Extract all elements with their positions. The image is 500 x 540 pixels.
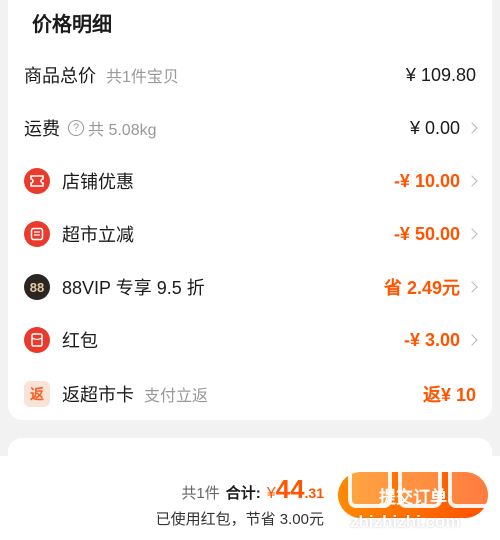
vip-discount-label: 88VIP 专享 9.5 折 <box>62 278 205 298</box>
cashback-amount: 返¥ 10 <box>422 385 476 405</box>
red-packet-row[interactable]: 红包 -¥ 3.00 <box>8 320 492 360</box>
shop-discount-label: 店铺优惠 <box>62 172 134 192</box>
cashback-row: 返 返超市卡 支付立返 返¥ 10 <box>8 374 492 414</box>
supermarket-icon <box>24 221 50 247</box>
savings-text: 已使用红包，节省 3.00元 <box>155 511 324 528</box>
chevron-right-icon <box>466 228 478 240</box>
cashback-sub-text: 支付立返 <box>144 388 209 405</box>
total-integer: 44 <box>275 474 305 504</box>
supermarket-discount-label: 超市立减 <box>62 225 134 245</box>
shipping-weight-text: 共 5.08kg <box>88 122 157 139</box>
goods-total-row: 商品总价 共1件宝贝 ¥ 109.80 <box>8 55 492 95</box>
price-detail-card: 价格明细 商品总价 共1件宝贝 ¥ 109.80 运费 ? 共 5.08kg ¥… <box>8 0 492 420</box>
shipping-amount: ¥ 0.00 <box>410 118 478 139</box>
goods-count-text: 共1件宝贝 <box>106 69 179 86</box>
vip-discount-amount: 省 2.49元 <box>384 274 478 300</box>
currency-symbol: ¥ <box>266 485 276 502</box>
vip-88-icon: 88 <box>24 274 50 300</box>
chevron-right-icon <box>466 175 478 187</box>
item-count: 共1件 <box>181 485 220 502</box>
vip-discount-row[interactable]: 88 88VIP 专享 9.5 折 省 2.49元 <box>8 267 492 307</box>
cashback-icon: 返 <box>24 381 50 407</box>
goods-total-amount: ¥ 109.80 <box>405 64 476 85</box>
red-packet-amount: -¥ 3.00 <box>404 330 478 351</box>
goods-total-label: 商品总价 <box>24 66 96 86</box>
help-icon[interactable]: ? <box>68 120 84 136</box>
chevron-right-icon <box>466 122 478 134</box>
total-decimal: .31 <box>304 485 324 501</box>
total-label: 合计: <box>225 485 261 502</box>
shop-discount-row[interactable]: 店铺优惠 -¥ 10.00 <box>8 161 492 201</box>
section-title: 价格明细 <box>32 14 112 36</box>
total-line: 共1件 合计: ¥ 44 .31 <box>181 474 324 505</box>
red-packet-label: 红包 <box>62 331 98 351</box>
coupon-icon <box>24 168 50 194</box>
shipping-label: 运费 <box>24 119 60 139</box>
supermarket-discount-amount: -¥ 50.00 <box>394 224 478 245</box>
supermarket-discount-row[interactable]: 超市立减 -¥ 50.00 <box>8 214 492 254</box>
shop-discount-amount: -¥ 10.00 <box>394 171 478 192</box>
shipping-row[interactable]: 运费 ? 共 5.08kg ¥ 0.00 <box>8 108 492 148</box>
submit-order-button[interactable]: 提交订单 <box>338 472 488 518</box>
cashback-label: 返超市卡 <box>62 385 134 405</box>
red-packet-icon <box>24 327 50 353</box>
chevron-right-icon <box>466 334 478 346</box>
chevron-right-icon <box>466 281 478 293</box>
